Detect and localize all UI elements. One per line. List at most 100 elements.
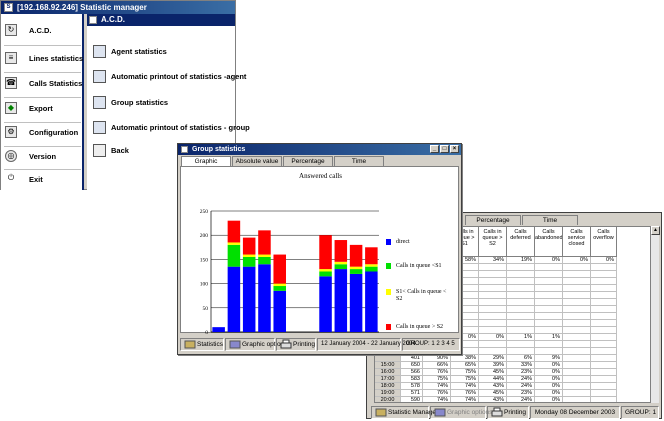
menu-item-exit[interactable]: ⏻ Exit: [5, 171, 83, 189]
table-cell: [479, 264, 507, 271]
close-icon[interactable]: ×: [450, 145, 459, 153]
table-cell: [479, 327, 507, 334]
table-cell: [563, 313, 591, 320]
table-cell: 9%: [535, 355, 563, 362]
graphic-options-button[interactable]: Graphic options: [225, 337, 288, 351]
tab-time[interactable]: Time: [522, 215, 578, 225]
table-statusbar: Statistic Manager Graphic options Printi…: [371, 405, 660, 419]
submenu-item-label: Back: [111, 146, 129, 155]
tab-percentage[interactable]: Percentage: [283, 156, 333, 166]
submenu-item-auto-printout-agent[interactable]: Automatic printout of statistics -agent: [93, 69, 246, 85]
divider: [4, 169, 81, 170]
bar-segment: [349, 244, 363, 267]
table-cell: 0%: [535, 397, 563, 402]
exit-icon: ⏻: [7, 173, 15, 182]
bar-segment: [365, 271, 378, 332]
table-cell: [591, 285, 617, 292]
printing-button[interactable]: Printing: [276, 337, 316, 351]
table-cell: [563, 264, 591, 271]
table-cell: [591, 320, 617, 327]
tab-percentage[interactable]: Percentage: [465, 215, 521, 225]
table-cell: 0%: [535, 257, 563, 264]
minimize-icon[interactable]: _: [430, 145, 439, 153]
menu-item-calls-statistics[interactable]: ☎ Calls Statistics: [5, 75, 83, 93]
table-cell: 23%: [507, 369, 535, 376]
table-cell: [507, 278, 535, 285]
bar-segment: [212, 327, 225, 332]
date-range-display: 12 January 2004 - 22 January 2004: [317, 337, 416, 351]
graphic-options-button[interactable]: Graphic options: [430, 405, 493, 419]
tab-absolute-value[interactable]: Absolute value: [232, 156, 282, 166]
table-cell: 6%: [507, 355, 535, 362]
table-cell: [563, 390, 591, 397]
printer-icon: [491, 407, 504, 418]
table-cell: [563, 397, 591, 402]
version-icon: ◎: [5, 150, 17, 162]
table-cell: [507, 320, 535, 327]
table-cell: [563, 383, 591, 390]
menu-item-version[interactable]: ◎ Version: [5, 148, 83, 166]
table-cell: 0%: [535, 383, 563, 390]
legend-swatch: [386, 289, 391, 295]
statistics-button[interactable]: Statistics: [180, 337, 224, 351]
menu-item-label: Version: [29, 152, 57, 161]
table-cell: [535, 278, 563, 285]
table-cell: [563, 292, 591, 299]
table-cell: 75%: [451, 369, 479, 376]
table-cell: [563, 334, 591, 341]
bar-segment: [349, 266, 363, 270]
table-cell: [535, 313, 563, 320]
table-cell: [563, 271, 591, 278]
time-cell: 17:00: [375, 376, 401, 383]
menu-item-label: Calls Statistics: [29, 79, 83, 88]
menu-item-export[interactable]: ◆ Export: [5, 100, 83, 118]
table-cell: 0%: [563, 257, 591, 264]
window-title: [192.168.92.246] Statistic manager: [17, 3, 147, 12]
bar-segment: [258, 230, 271, 255]
time-cell: 20:00: [375, 397, 401, 402]
maximize-icon[interactable]: □: [440, 145, 449, 153]
menu-item-acd[interactable]: ↻ A.C.D.: [5, 22, 83, 40]
bar-segment: [273, 286, 286, 291]
table-cell: 90%: [423, 355, 451, 362]
divider: [4, 45, 81, 46]
bar-segment: [258, 264, 271, 332]
table-cell: [507, 348, 535, 355]
divider: [4, 97, 81, 98]
table-row: 18:00 578 74% 74% 43% 24% 0%: [375, 383, 617, 390]
menu-item-configuration[interactable]: ⚙ Configuration: [5, 124, 83, 142]
statistics-icon: [184, 339, 197, 350]
table-cell: 0%: [591, 257, 617, 264]
menu-item-lines-statistics[interactable]: ≡ Lines statistics: [5, 50, 83, 68]
table-cell: [507, 271, 535, 278]
table-row: 17:00 583 75% 75% 44% 24% 0%: [375, 376, 617, 383]
group-display: GROUP: 1: [621, 405, 659, 419]
table-cell: 66%: [423, 362, 451, 369]
statistic-manager-button[interactable]: Statistic Manager: [371, 405, 438, 419]
configuration-icon: ⚙: [5, 126, 17, 138]
acd-icon: ↻: [5, 24, 17, 36]
scroll-up-icon[interactable]: ▲: [651, 226, 660, 235]
date-display: Monday 08 December 2003: [530, 405, 620, 419]
tab-graphic[interactable]: Graphic: [181, 156, 231, 166]
table-cell: [479, 285, 507, 292]
table-cell: [563, 327, 591, 334]
bar-segment: [242, 254, 256, 257]
printing-button[interactable]: Printing: [487, 405, 529, 419]
vertical-scrollbar[interactable]: ▲: [650, 226, 660, 403]
legend-label: Calls in queue > S2: [396, 324, 444, 330]
table-cell: 39%: [479, 362, 507, 369]
table-cell: 401: [401, 355, 423, 362]
submenu-title-text: A.C.D.: [101, 15, 125, 24]
submenu-item-auto-printout-group[interactable]: Automatic printout of statistics - group: [93, 120, 250, 136]
bar-segment: [227, 220, 241, 243]
time-cell: 19:00: [375, 390, 401, 397]
bar-segment: [242, 237, 256, 255]
submenu-item-agent-statistics[interactable]: Agent statistics: [93, 44, 233, 60]
bar-segment: [365, 264, 378, 267]
tab-time[interactable]: Time: [334, 156, 384, 166]
menu-item-label: Export: [29, 104, 53, 113]
submenu-item-group-statistics[interactable]: Group statistics: [93, 95, 233, 111]
table-cell: [563, 285, 591, 292]
submenu-item-label: Agent statistics: [111, 47, 167, 56]
